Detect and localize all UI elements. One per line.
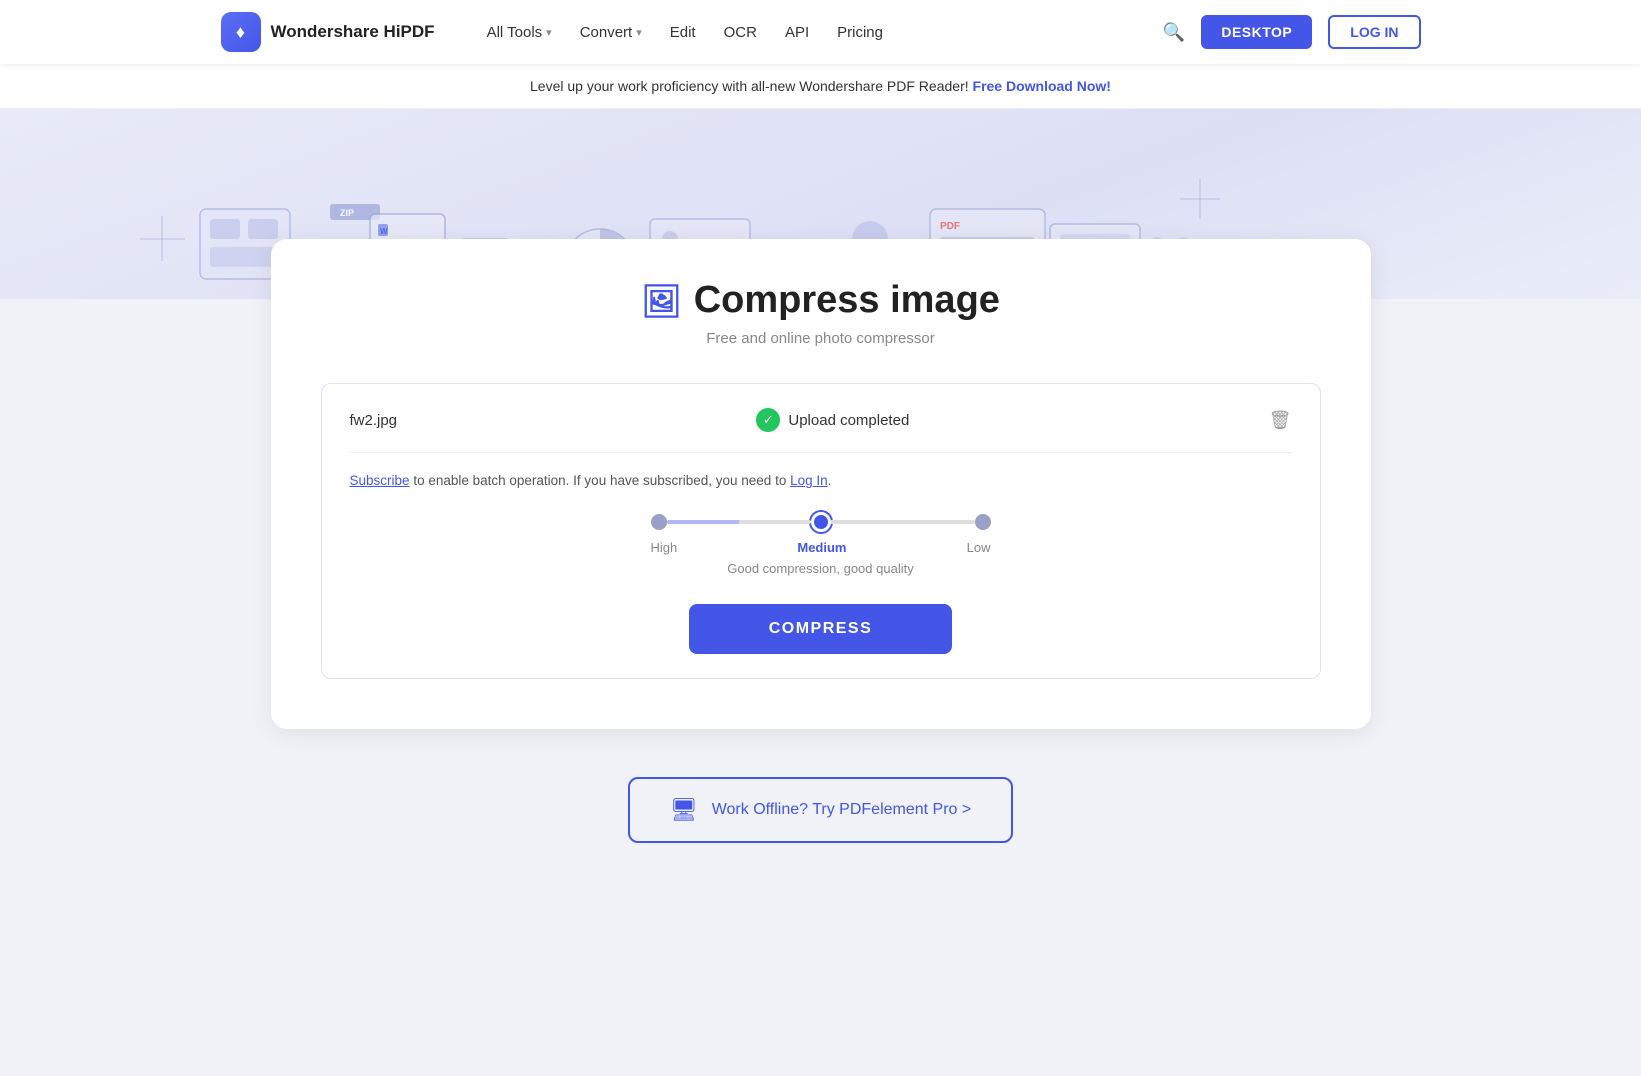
nav-all-tools[interactable]: All Tools ▾: [487, 24, 552, 41]
nav-convert[interactable]: Convert ▾: [580, 24, 642, 41]
delete-file-button[interactable]: 🗑: [1269, 410, 1292, 431]
upload-box: fw2.jpg ✓ Upload completed 🗑 Subscribe t…: [321, 383, 1321, 679]
logo[interactable]: ♦ Wondershare HiPDF: [221, 12, 435, 52]
compression-slider-row: [651, 512, 991, 532]
chevron-down-icon: ▾: [636, 26, 642, 39]
page-subtitle: Free and online photo compressor: [321, 330, 1321, 347]
navbar: ♦ Wondershare HiPDF All Tools ▾ Convert …: [0, 0, 1641, 64]
compression-description: Good compression, good quality: [727, 561, 913, 576]
login-button[interactable]: LOG IN: [1328, 15, 1420, 49]
login-link[interactable]: Log In: [790, 473, 828, 488]
page-title: 🖼 Compress image: [321, 279, 1321, 322]
compress-button[interactable]: COMPRESS: [689, 604, 953, 654]
banner-link[interactable]: Free Download Now!: [973, 78, 1111, 94]
label-low: Low: [967, 540, 991, 555]
svg-text:PDF: PDF: [940, 221, 960, 232]
nav-actions: 🔍 DESKTOP LOG IN: [1163, 15, 1421, 49]
title-area: 🖼 Compress image Free and online photo c…: [321, 279, 1321, 347]
medium-dot[interactable]: [811, 512, 831, 532]
brand-name: Wondershare HiPDF: [271, 22, 435, 42]
check-circle-icon: ✓: [756, 408, 780, 432]
slider-track-left: [667, 520, 811, 524]
label-high: High: [651, 540, 678, 555]
slider-fill: [667, 520, 739, 524]
label-medium: Medium: [797, 540, 846, 555]
low-dot: [975, 514, 991, 530]
search-icon: 🔍: [1163, 22, 1185, 43]
monitor-icon: 🖥: [670, 797, 698, 823]
offline-promo[interactable]: 🖥 Work Offline? Try PDFelement Pro >: [628, 777, 1013, 843]
promo-banner: Level up your work proficiency with all-…: [0, 64, 1641, 109]
nav-edit[interactable]: Edit: [670, 24, 696, 41]
search-button[interactable]: 🔍: [1163, 22, 1185, 43]
chevron-down-icon: ▾: [546, 26, 552, 39]
nav-api[interactable]: API: [785, 24, 809, 41]
tool-card: 🖼 Compress image Free and online photo c…: [271, 239, 1371, 729]
upload-status: ✓ Upload completed: [756, 408, 909, 432]
file-name: fw2.jpg: [350, 412, 398, 429]
logo-icon: ♦: [221, 12, 261, 52]
offline-promo-text: Work Offline? Try PDFelement Pro >: [712, 801, 972, 819]
subscribe-link[interactable]: Subscribe: [350, 473, 410, 488]
high-dot: [651, 514, 667, 530]
compression-control: High Medium Low Good compression, good q…: [350, 512, 1292, 654]
slider-track-right: [831, 520, 975, 524]
nav-links: All Tools ▾ Convert ▾ Edit OCR API Prici…: [487, 24, 1131, 41]
slider-fill-right: [831, 520, 903, 524]
main-content: 🖼 Compress image Free and online photo c…: [0, 299, 1641, 903]
nav-pricing[interactable]: Pricing: [837, 24, 883, 41]
desktop-button[interactable]: DESKTOP: [1201, 15, 1312, 49]
svg-text:W: W: [380, 227, 388, 236]
upload-header: fw2.jpg ✓ Upload completed 🗑: [350, 408, 1292, 453]
subscribe-note: Subscribe to enable batch operation. If …: [350, 473, 1292, 488]
svg-text:ZIP: ZIP: [340, 208, 354, 218]
nav-ocr[interactable]: OCR: [724, 24, 757, 41]
banner-text: Level up your work proficiency with all-…: [530, 78, 969, 94]
slider-labels: High Medium Low: [651, 540, 991, 555]
trash-icon: 🗑: [1269, 410, 1292, 430]
compress-image-icon: 🖼: [641, 282, 682, 320]
